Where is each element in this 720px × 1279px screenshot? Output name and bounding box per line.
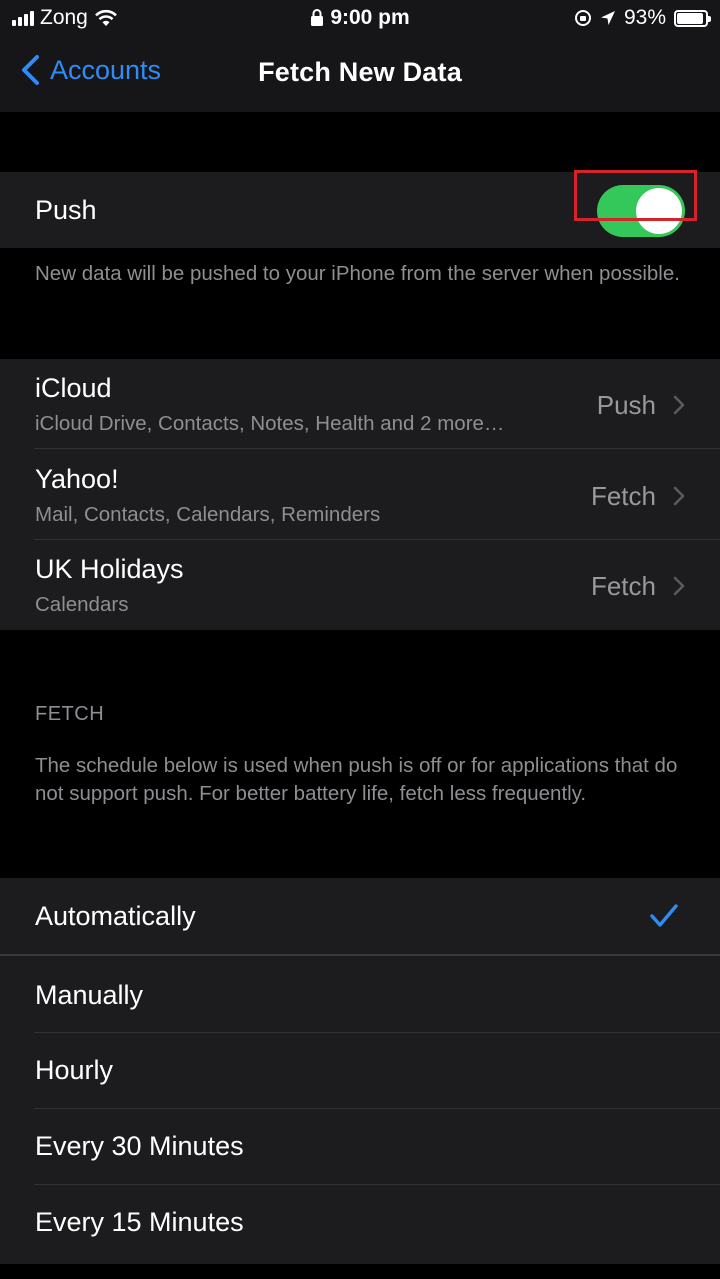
orientation-lock-icon (574, 10, 591, 26)
location-arrow-icon (600, 11, 615, 25)
account-services: Calendars (35, 593, 129, 616)
navigation-bar: Accounts Fetch New Data (0, 36, 720, 112)
fetch-option-automatically[interactable]: Automatically (0, 878, 720, 956)
fetch-option-label: Automatically (35, 901, 196, 931)
chevron-right-icon (673, 486, 685, 506)
battery-fill (677, 12, 703, 24)
fetch-option-label: Every 30 Minutes (35, 1131, 244, 1161)
account-services: iCloud Drive, Contacts, Notes, Health an… (35, 412, 505, 435)
account-mode: Push (596, 390, 656, 420)
checkmark-icon (650, 904, 678, 927)
account-name: UK Holidays (35, 554, 184, 584)
fetch-option-label: Manually (35, 980, 144, 1010)
highlight-annotation (574, 170, 697, 221)
chevron-right-icon (673, 395, 685, 415)
account-name: iCloud (35, 373, 112, 403)
fetch-section-header: FETCH (35, 703, 105, 725)
fetch-option-label: Every 15 Minutes (35, 1207, 244, 1237)
fetch-option-every-15-minutes[interactable]: Every 15 Minutes (0, 1185, 720, 1264)
accounts-group: iCloud iCloud Drive, Contacts, Notes, He… (0, 359, 720, 630)
account-mode: Fetch (590, 571, 656, 601)
lock-icon (311, 9, 324, 26)
fetch-option-label: Hourly (35, 1055, 114, 1085)
page-title: Fetch New Data (258, 57, 462, 87)
account-services: Mail, Contacts, Calendars, Reminders (35, 503, 381, 526)
status-right: 93% (574, 6, 711, 30)
fetch-options-group: Automatically Manually Hourly Every 30 M… (0, 878, 720, 1264)
fetch-option-hourly[interactable]: Hourly (0, 1033, 720, 1109)
account-row-uk-holidays[interactable]: UK Holidays Calendars Fetch (0, 540, 720, 630)
fetch-description: The schedule below is used when push is … (35, 754, 678, 805)
account-row-yahoo[interactable]: Yahoo! Mail, Contacts, Calendars, Remind… (0, 449, 720, 540)
status-bar: Zong 9:00 pm 93% (0, 0, 720, 36)
fetch-option-every-30-minutes[interactable]: Every 30 Minutes (0, 1109, 720, 1185)
battery-icon (674, 9, 711, 27)
account-row-icloud[interactable]: iCloud iCloud Drive, Contacts, Notes, He… (0, 359, 720, 449)
battery-percent: 93% (623, 6, 666, 29)
account-mode: Fetch (590, 481, 656, 511)
status-time: 9:00 pm (330, 6, 410, 29)
fetch-option-manually[interactable]: Manually (0, 956, 720, 1033)
push-description: New data will be pushed to your iPhone f… (35, 262, 680, 285)
chevron-right-icon (673, 576, 685, 596)
account-name: Yahoo! (35, 464, 119, 494)
push-label: Push (35, 195, 97, 225)
